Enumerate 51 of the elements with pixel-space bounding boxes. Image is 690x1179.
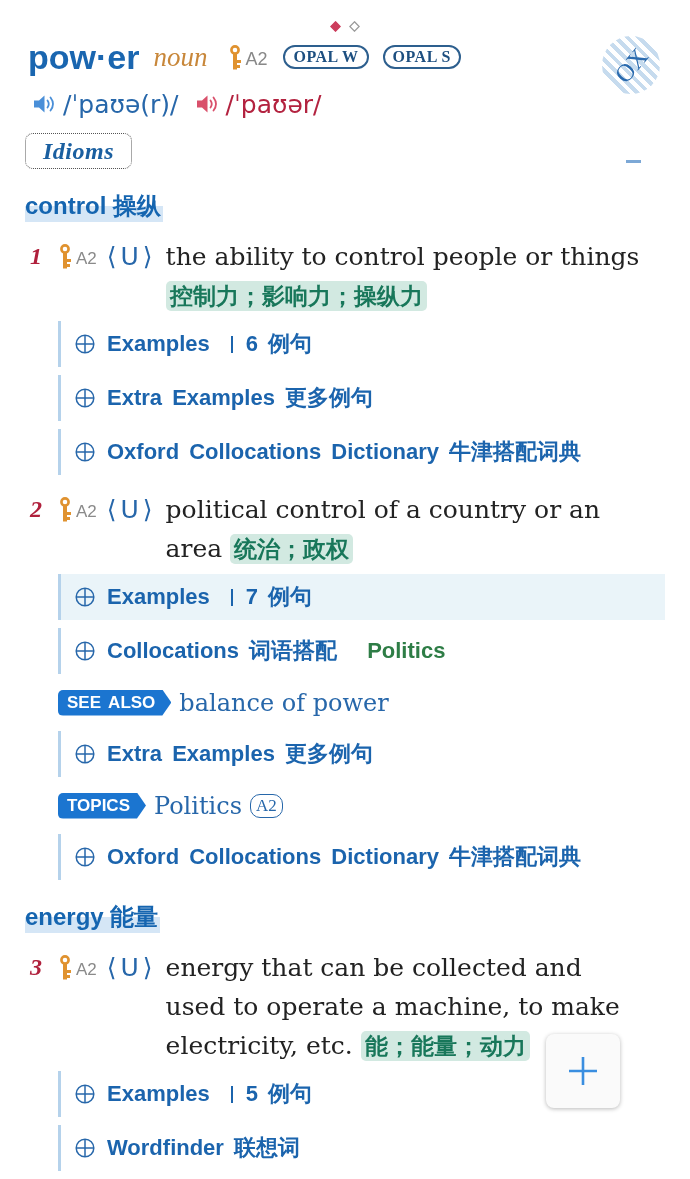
definition-text: the ability to control people or things 控制力；影响力；操纵力 — [165, 241, 641, 313]
expander-button[interactable]: Examples 6 例句 — [58, 321, 665, 367]
pronunciation-text: /ˈpaʊər/ — [225, 89, 322, 119]
see-also-link[interactable]: balance of power — [179, 688, 389, 717]
expander-button[interactable]: Oxford Collocations Dictionary 牛津搭配词典 — [58, 834, 665, 880]
level-label: A2 — [76, 248, 97, 269]
grammar-code: ⟨U⟩ — [106, 953, 157, 982]
expander-button[interactable]: Extra Examples 更多例句 — [58, 731, 665, 777]
part-of-speech: noun — [153, 41, 208, 73]
idioms-button[interactable]: Idioms — [25, 133, 132, 169]
plus-circle-icon — [75, 1138, 95, 1158]
key-icon — [58, 244, 72, 269]
logo-button[interactable]: OX — [602, 36, 660, 94]
plus-circle-icon — [75, 334, 95, 354]
speaker-icon[interactable] — [33, 94, 57, 114]
headword: pow·er — [28, 37, 140, 77]
plus-circle-icon — [75, 847, 95, 867]
expander-button[interactable]: Extra Examples 更多例句 — [58, 375, 665, 421]
key-icon — [58, 955, 72, 980]
expander-button[interactable]: Wordfinder 联想词 — [58, 1125, 665, 1171]
grammar-code: ⟨U⟩ — [106, 242, 157, 271]
expander-button[interactable]: Examples 7 例句 — [58, 574, 665, 620]
plus-circle-icon — [75, 587, 95, 607]
key-icon — [58, 497, 72, 522]
sense-number: 1 — [29, 242, 43, 271]
add-button[interactable] — [546, 1034, 620, 1108]
plus-circle-icon — [75, 442, 95, 462]
plus-icon — [568, 1056, 598, 1086]
topics-tag: TOPICS — [58, 792, 146, 819]
level-badge: A2 — [250, 793, 283, 818]
level-label: A2 — [76, 501, 97, 522]
level-label: A2 — [245, 48, 268, 70]
plus-circle-icon — [75, 744, 95, 764]
opal-badge[interactable]: OPAL S — [382, 45, 461, 69]
grammar-code: ⟨U⟩ — [106, 495, 157, 524]
opal-badge[interactable]: OPAL W — [283, 45, 369, 69]
plus-circle-icon — [75, 1084, 95, 1104]
topic-link[interactable]: Politics — [154, 791, 243, 820]
key-icon — [228, 44, 243, 70]
sense-number: 2 — [28, 495, 43, 524]
level-label: A2 — [76, 959, 97, 980]
plus-circle-icon — [75, 388, 95, 408]
definition-text: political control of a country or an area 统治；政权 — [165, 494, 602, 566]
see-also-tag: SEE ALSO — [58, 689, 172, 716]
plus-circle-icon — [75, 641, 95, 661]
speaker-icon[interactable] — [195, 94, 220, 114]
pronunciation-text: /ˈpaʊə(r)/ — [63, 89, 179, 119]
definition-text: energy that can be collected and used to operate a machine, to make electricity, etc. 能；能量；动力 — [165, 952, 621, 1063]
sense-number: 3 — [29, 953, 43, 982]
expander-button[interactable]: Oxford Collocations Dictionary 牛津搭配词典 — [58, 429, 665, 475]
expander-button[interactable]: Collocations 词语搭配 Politics — [58, 628, 665, 674]
